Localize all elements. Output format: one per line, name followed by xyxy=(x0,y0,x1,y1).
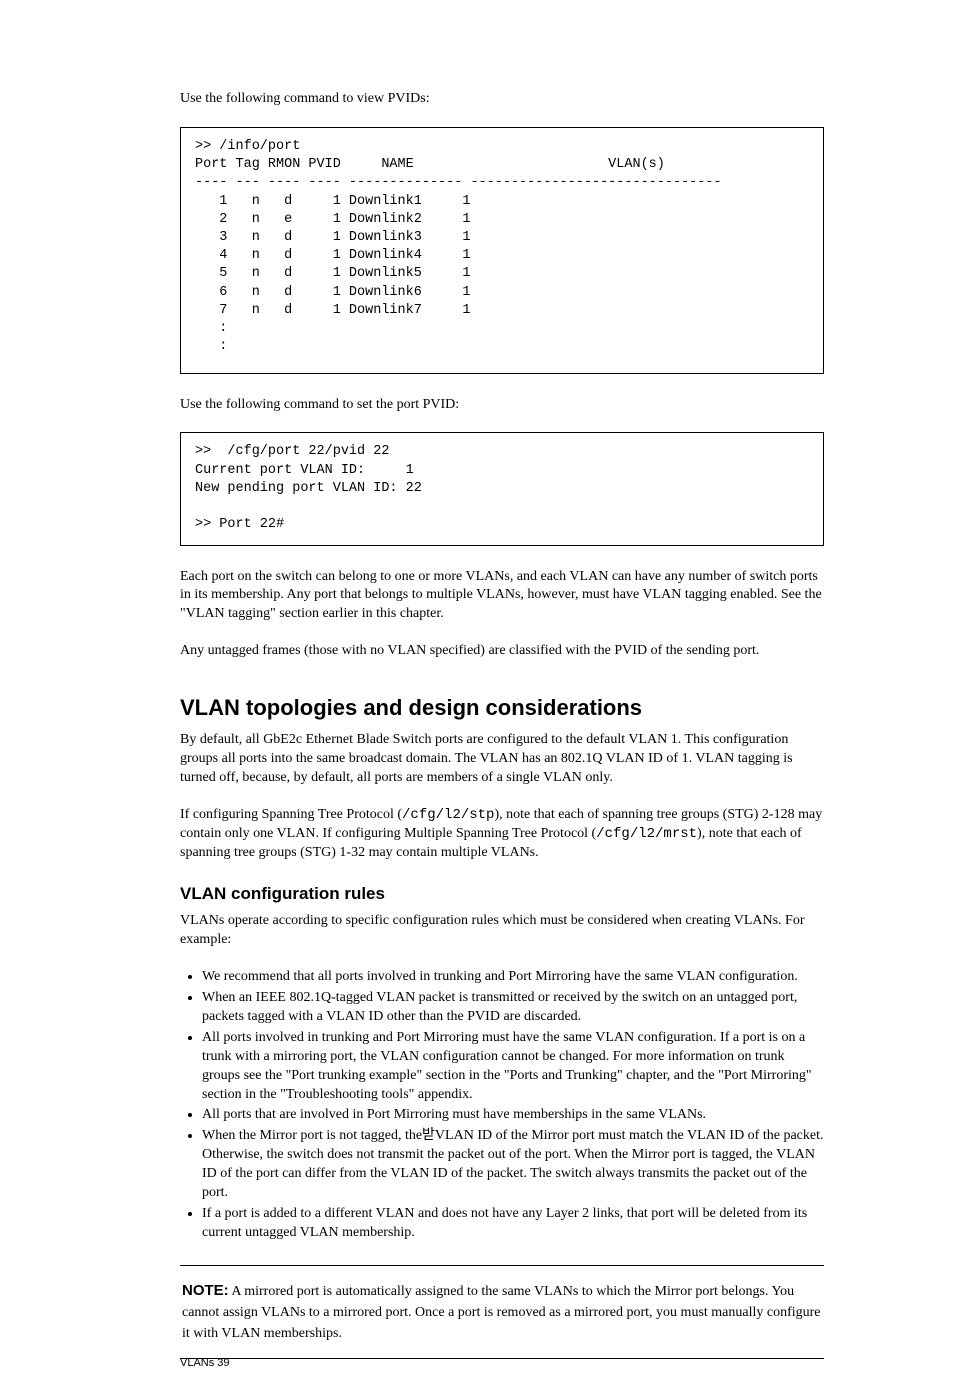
list-item: When the Mirror port is not tagged, the받… xyxy=(202,1127,824,1203)
bullet-list-rules-1: We recommend that all ports involved in … xyxy=(180,968,824,1242)
mstp-cmd: /cfg/l2/mrst xyxy=(596,826,697,842)
para-default-vlan: Any untagged frames (those with no VLAN … xyxy=(180,642,824,661)
list-item: When an IEEE 802.1Q-tagged VLAN packet i… xyxy=(202,989,824,1027)
para-topology: By default, all GbE2c Ethernet Blade Swi… xyxy=(180,731,824,788)
lead-set-pvid: Use the following command to set the por… xyxy=(180,396,824,415)
list-item: We recommend that all ports involved in … xyxy=(202,968,824,987)
code-block-cfg-port: >> /cfg/port 22/pvid 22 Current port VLA… xyxy=(180,432,824,545)
list-item: All ports involved in trunking and Port … xyxy=(202,1029,824,1105)
list-item: If a port is added to a different VLAN a… xyxy=(202,1205,824,1243)
note-text: A mirrored port is automatically assigne… xyxy=(182,1284,821,1342)
list-item: All ports that are involved in Port Mirr… xyxy=(202,1106,824,1125)
note-box: NOTE: A mirrored port is automatically a… xyxy=(180,1265,824,1360)
section-vlan-topologies: VLAN topologies and design consideration… xyxy=(180,695,824,721)
stg-cmd: /cfg/l2/stp xyxy=(402,807,494,823)
note-label: NOTE: xyxy=(182,1282,229,1299)
lead-pvids: Use the following command to view PVIDs: xyxy=(180,90,824,109)
code-block-info-port: >> /info/port Port Tag RMON PVID NAME VL… xyxy=(180,127,824,374)
para-after-code: Each port on the switch can belong to on… xyxy=(180,568,824,625)
stg-text-1: If configuring Spanning Tree Protocol ( xyxy=(180,807,402,822)
para-cfg-intro: VLANs operate according to specific conf… xyxy=(180,912,824,950)
subsection-vlan-config-rules: VLAN configuration rules xyxy=(180,884,824,904)
mstp-text-1: If configuring Multiple Spanning Tree Pr… xyxy=(322,826,596,841)
footer-left: VLANs 39 xyxy=(180,1357,230,1369)
para-stp-mstp: If configuring Spanning Tree Protocol (/… xyxy=(180,806,824,863)
